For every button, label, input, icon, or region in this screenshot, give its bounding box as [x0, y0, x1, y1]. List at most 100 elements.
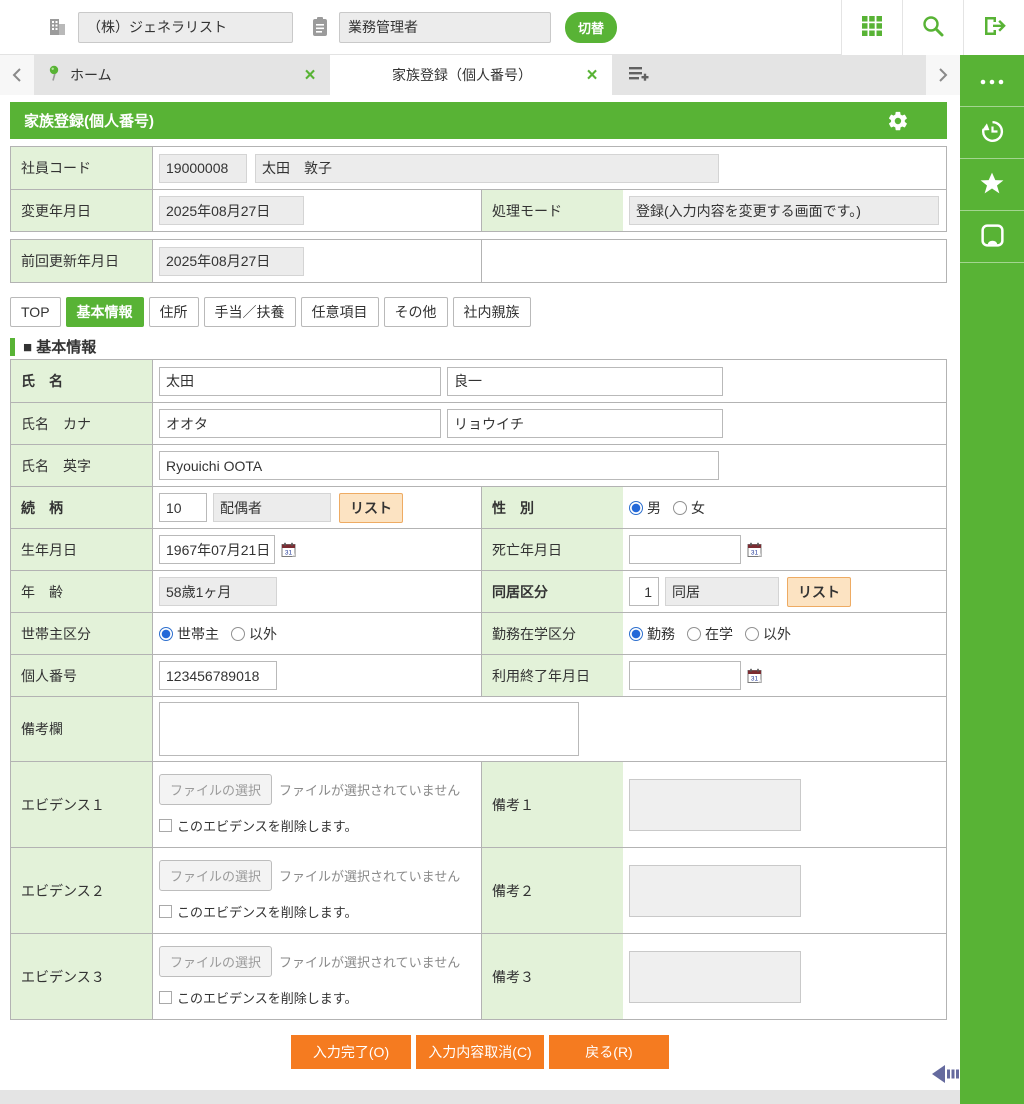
age-row: 年 齢 同居区分 リスト — [11, 570, 946, 612]
evidence-2-row: エビデンス２ ファイルの選択 ファイルが選択されていません このエビデンスを削除… — [11, 847, 946, 933]
evidence-3-nofile-text: ファイルが選択されていません — [279, 952, 460, 971]
remark-2-textarea[interactable] — [629, 865, 801, 917]
end-date-calendar-icon[interactable]: 31 — [747, 668, 763, 684]
section-header-title: ■ 基本情報 — [23, 336, 96, 357]
change-date-row: 変更年月日 処理モード — [11, 189, 946, 231]
end-date-field[interactable] — [629, 661, 741, 690]
evidence-2-file-button[interactable]: ファイルの選択 — [159, 860, 272, 891]
school-label-text: 在学 — [705, 624, 733, 644]
household-head-label: 世帯主 — [177, 624, 219, 644]
tab-home-close-icon[interactable]: × — [298, 66, 322, 85]
logout-button[interactable] — [963, 0, 1024, 55]
cancel-button[interactable]: 入力内容取消(C) — [416, 1035, 544, 1069]
prev-update-field[interactable] — [159, 247, 304, 276]
work-radio[interactable] — [629, 627, 643, 641]
meta-table: 社員コード 変更年月日 処理モード — [10, 146, 947, 232]
history-icon — [979, 118, 1006, 148]
evidence-3-label: エビデンス３ — [11, 934, 153, 1019]
evidence-2-delete-checkbox[interactable] — [159, 905, 172, 918]
role-input[interactable] — [339, 12, 551, 43]
tab-optional[interactable]: 任意項目 — [301, 297, 379, 327]
process-mode-field[interactable] — [629, 196, 939, 225]
submit-button[interactable]: 入力完了(O) — [291, 1035, 411, 1069]
back-button[interactable]: 戻る(R) — [549, 1035, 669, 1069]
prev-update-table: 前回更新年月日 — [10, 239, 947, 283]
remark-1-textarea[interactable] — [629, 779, 801, 831]
evidence-2-delete-label: このエビデンスを削除します。 — [177, 902, 357, 921]
birth-date-calendar-icon[interactable]: 31 — [281, 542, 297, 558]
company-input[interactable] — [78, 12, 293, 43]
gender-male-radio[interactable] — [629, 501, 643, 515]
relation-list-button[interactable]: リスト — [339, 493, 403, 523]
sidebar-more-button[interactable] — [960, 55, 1024, 107]
tab-top[interactable]: TOP — [10, 297, 61, 327]
tab-home[interactable]: ホーム × — [34, 55, 330, 95]
tab-add-zone[interactable] — [612, 55, 926, 95]
sidebar-favorites-button[interactable] — [960, 159, 1024, 211]
work-other-label-text: 以外 — [763, 624, 791, 644]
switch-button[interactable]: 切替 — [565, 12, 617, 43]
horizontal-scrollbar-track[interactable] — [0, 1090, 960, 1104]
tab-strip: ホーム × 家族登録（個人番号） × — [0, 55, 960, 95]
kana-row: 氏名 カナ — [11, 402, 946, 444]
evidence-3-delete-checkbox[interactable] — [159, 991, 172, 1004]
work-other-radio[interactable] — [745, 627, 759, 641]
roman-name-field[interactable] — [159, 451, 719, 480]
tab-allowance[interactable]: 手当／扶養 — [204, 297, 296, 327]
evidence-1-file-button[interactable]: ファイルの選択 — [159, 774, 272, 805]
death-date-label: 死亡年月日 — [481, 529, 623, 570]
employee-code-field[interactable] — [159, 154, 247, 183]
svg-text:31: 31 — [751, 675, 759, 682]
relation-code-field[interactable] — [159, 493, 207, 522]
tabs-scroll-left-button[interactable] — [0, 55, 34, 95]
prev-update-row: 前回更新年月日 — [11, 240, 946, 282]
household-other-radio[interactable] — [231, 627, 245, 641]
tab-active-close-icon[interactable]: × — [580, 66, 604, 85]
cohabit-code-field[interactable] — [629, 577, 659, 606]
first-kana-field[interactable] — [447, 409, 723, 438]
tab-active-label: 家族登録（個人番号） — [344, 65, 580, 85]
cohabit-list-button[interactable]: リスト — [787, 577, 851, 607]
search-button[interactable] — [902, 0, 963, 55]
tab-relatives[interactable]: 社内親族 — [453, 297, 531, 327]
evidence-3-file-button[interactable]: ファイルの選択 — [159, 946, 272, 977]
death-date-field[interactable] — [629, 535, 741, 564]
employee-name-field[interactable] — [255, 154, 719, 183]
evidence-1-delete-checkbox[interactable] — [159, 819, 172, 832]
household-head-radio[interactable] — [159, 627, 173, 641]
tab-other[interactable]: その他 — [384, 297, 448, 327]
pin-icon — [48, 65, 62, 85]
cohabit-name-field[interactable] — [665, 577, 779, 606]
tab-family-registration[interactable]: 家族登録（個人番号） × — [330, 55, 612, 95]
remark-3-textarea[interactable] — [629, 951, 801, 1003]
sidebar-tray-button[interactable] — [960, 211, 1024, 263]
apps-grid-button[interactable] — [841, 0, 902, 55]
remark-3-label: 備考３ — [481, 934, 623, 1019]
age-field[interactable] — [159, 577, 277, 606]
basic-info-table: 氏 名 氏名 カナ 氏名 英字 続 柄 リスト — [10, 359, 947, 1020]
first-name-field[interactable] — [447, 367, 723, 396]
household-label: 世帯主区分 — [11, 613, 153, 654]
collapse-panel-arrow-icon[interactable] — [930, 1062, 960, 1089]
settings-gear-icon[interactable] — [887, 110, 909, 132]
death-date-calendar-icon[interactable]: 31 — [747, 542, 763, 558]
evidence-2-label: エビデンス２ — [11, 848, 153, 933]
tab-basic-info[interactable]: 基本情報 — [66, 297, 144, 327]
tabs-scroll-right-button[interactable] — [926, 55, 960, 95]
work-label-text: 勤務 — [647, 624, 675, 644]
tray-icon — [979, 222, 1006, 252]
remarks-textarea[interactable] — [159, 702, 579, 756]
school-radio[interactable] — [687, 627, 701, 641]
last-kana-field[interactable] — [159, 409, 441, 438]
evidence-1-delete-label: このエビデンスを削除します。 — [177, 816, 357, 835]
last-name-field[interactable] — [159, 367, 441, 396]
change-date-field[interactable] — [159, 196, 304, 225]
gender-female-label: 女 — [691, 498, 705, 518]
gender-female-radio[interactable] — [673, 501, 687, 515]
sidebar-history-button[interactable] — [960, 107, 1024, 159]
birth-date-field[interactable] — [159, 535, 275, 564]
footer-buttons: 入力完了(O) 入力内容取消(C) 戻る(R) — [0, 1035, 960, 1069]
relation-name-field[interactable] — [213, 493, 331, 522]
tab-address[interactable]: 住所 — [149, 297, 199, 327]
mynumber-field[interactable] — [159, 661, 277, 690]
